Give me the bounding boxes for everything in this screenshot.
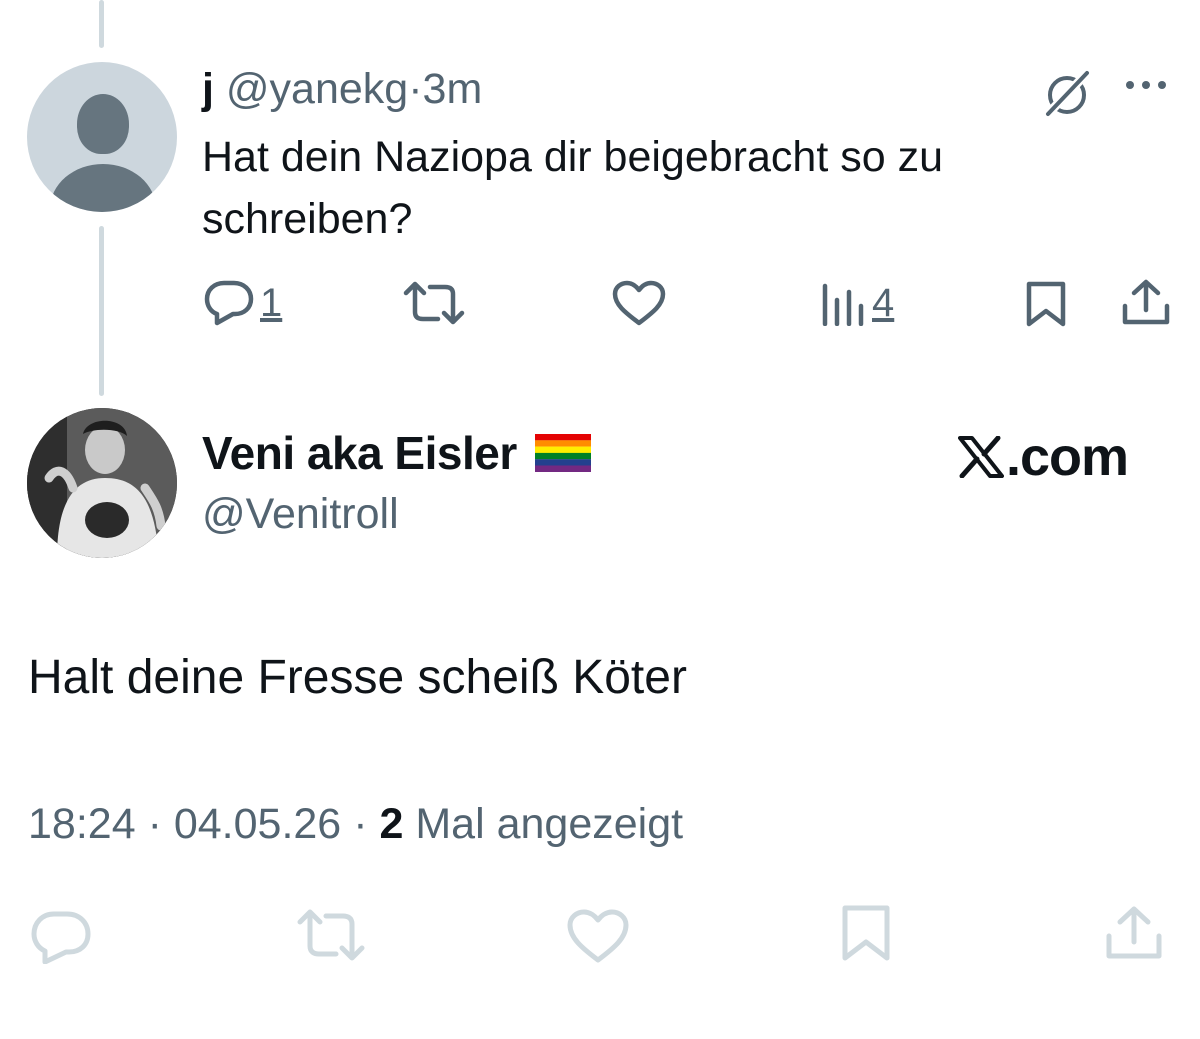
views-icon — [822, 283, 864, 326]
reply-action-retweet[interactable] — [402, 280, 466, 326]
main-action-bookmark[interactable] — [840, 904, 892, 962]
like-icon — [612, 280, 666, 326]
reply-timestamp[interactable]: 3m — [423, 65, 483, 113]
reply-separator: · — [408, 65, 423, 113]
meta-separator: · — [147, 800, 162, 848]
rainbow-flag-icon — [534, 434, 591, 472]
more-icon[interactable] — [1122, 70, 1170, 100]
tweet-meta: 18:24 · 04.05.26 · 2 Mal angezeigt — [28, 800, 683, 849]
main-tweet-text: Halt deine Fresse scheiß Köter — [28, 651, 687, 704]
reply-action-views[interactable]: 4 — [820, 280, 894, 326]
brand-domain: .com — [1006, 427, 1129, 487]
share-icon — [1106, 906, 1162, 959]
reply-user-handle[interactable]: @yanekg — [226, 65, 408, 113]
reply-count[interactable]: 1 — [260, 281, 282, 326]
main-user-name[interactable]: Veni aka Eisler — [202, 426, 517, 480]
reply-action-reply[interactable]: 1 — [204, 280, 282, 326]
main-action-share[interactable] — [1104, 904, 1164, 962]
views-number: 2 — [379, 800, 404, 848]
reply-action-share[interactable] — [1120, 278, 1172, 328]
main-action-reply[interactable] — [30, 910, 92, 964]
avatar-photo — [27, 408, 177, 558]
main-user-name-row[interactable]: Veni aka Eisler — [202, 426, 591, 480]
views-count[interactable]: 4 — [872, 281, 894, 326]
user-avatar[interactable] — [27, 408, 177, 558]
main-action-like[interactable] — [566, 908, 630, 964]
thread-line-top — [99, 0, 104, 48]
x-logo-icon — [958, 436, 1004, 478]
bookmark-icon — [842, 905, 890, 961]
reply-text: Hat dein Naziopa dir beigebracht so zu s… — [202, 133, 943, 243]
grok-icon[interactable] — [1040, 66, 1094, 120]
reply-user-name[interactable]: j — [202, 65, 214, 113]
thread-line-bottom — [99, 226, 104, 396]
x-com-brand: .com — [958, 426, 1129, 488]
views-label: Mal angezeigt — [415, 800, 684, 848]
reply-action-like[interactable] — [612, 280, 666, 326]
retweet-icon — [403, 281, 465, 325]
reply-icon — [204, 280, 254, 326]
avatar-default[interactable] — [27, 62, 177, 212]
main-action-retweet[interactable] — [296, 908, 366, 962]
reply-action-bookmark[interactable] — [1024, 280, 1068, 328]
retweet-icon — [297, 909, 365, 961]
meta-separator: · — [353, 800, 368, 848]
share-icon — [1122, 279, 1170, 325]
tweet-date[interactable]: 04.05.26 — [174, 800, 341, 848]
tweet-time[interactable]: 18:24 — [28, 800, 136, 848]
reply-icon — [31, 911, 91, 964]
bookmark-icon — [1026, 281, 1066, 327]
like-icon — [567, 909, 629, 963]
main-user-handle[interactable]: @Venitroll — [202, 490, 399, 539]
reply-header: j @yanekg·3m — [202, 63, 482, 115]
